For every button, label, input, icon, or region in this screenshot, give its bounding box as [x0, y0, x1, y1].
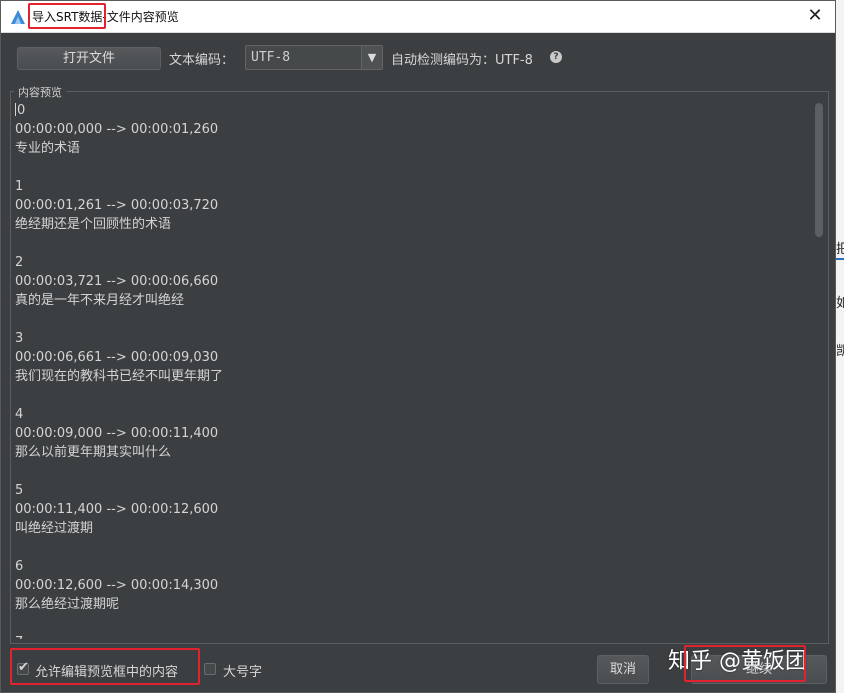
close-button[interactable]: ✕: [803, 4, 827, 28]
srt-import-dialog: 导入SRT数据-文件内容预览 ✕ 打开文件 文本编码： UTF-8 ▼ 自动检测…: [0, 0, 836, 693]
srt-index: 5: [15, 483, 24, 498]
annotation-highlight-box: [28, 3, 106, 29]
srt-index: 2: [15, 255, 24, 270]
srt-index: 0: [17, 103, 26, 118]
encoding-label: 文本编码：: [169, 53, 235, 68]
srt-index: 3: [15, 331, 24, 346]
srt-entry: 6 00:00:12,600 --> 00:00:14,300 那么绝经过渡期呢: [15, 557, 811, 633]
text-cursor: [15, 103, 16, 116]
cancel-button[interactable]: 取消: [597, 655, 649, 684]
srt-text: 我们现在的教科书已经不叫更年期了: [15, 369, 224, 384]
background-text-fragment: 把: [836, 242, 844, 257]
srt-entry: 0 00:00:00,000 --> 00:00:01,260 专业的术语: [15, 101, 811, 177]
srt-timecode: 00:00:03,721 --> 00:00:06,660: [15, 274, 219, 289]
large-font-label[interactable]: 大号字: [223, 661, 262, 680]
encoding-value: UTF-8: [251, 50, 291, 65]
auto-detect-label: 自动检测编码为：UTF-8: [391, 53, 533, 68]
srt-timecode: 00:00:11,400 --> 00:00:12,600: [15, 502, 219, 517]
srt-index: 4: [15, 407, 24, 422]
srt-text: 绝经期还是个回顾性的术语: [15, 217, 172, 232]
vertical-scrollbar[interactable]: [813, 99, 825, 639]
toolbar: 打开文件 文本编码： UTF-8 ▼ 自动检测编码为：UTF-8 ?: [1, 37, 835, 77]
srt-text: 那么以前更年期其实叫什么: [15, 445, 172, 460]
app-logo-icon: [11, 10, 25, 24]
srt-entry: 1 00:00:01,261 --> 00:00:03,720 绝经期还是个回顾…: [15, 177, 811, 253]
background-link-underline: [836, 258, 844, 260]
srt-index: 6: [15, 559, 24, 574]
srt-text: 真的是一年不来月经才叫绝经: [15, 293, 185, 308]
srt-timecode: 00:00:00,000 --> 00:00:01,260: [15, 122, 219, 137]
open-file-button[interactable]: 打开文件: [17, 47, 161, 70]
srt-timecode: 00:00:06,661 --> 00:00:09,030: [15, 350, 219, 365]
srt-text: 那么绝经过渡期呢: [15, 597, 120, 612]
srt-text: 专业的术语: [15, 141, 81, 156]
srt-timecode: 00:00:01,261 --> 00:00:03,720: [15, 198, 219, 213]
title-bar: 导入SRT数据-文件内容预览 ✕: [1, 1, 835, 33]
annotation-highlight-box: [10, 648, 200, 685]
background-text-fragment: 凯: [836, 344, 844, 359]
srt-index: 1: [15, 179, 24, 194]
annotation-highlight-box: [684, 645, 806, 682]
help-icon[interactable]: ?: [550, 51, 562, 63]
srt-entry: 4 00:00:09,000 --> 00:00:11,400 那么以前更年期其…: [15, 405, 811, 481]
srt-entry: 2 00:00:03,721 --> 00:00:06,660 真的是一年不来月…: [15, 253, 811, 329]
srt-entry: 7: [15, 633, 811, 639]
srt-entry: 5 00:00:11,400 --> 00:00:12,600 叫绝经过渡期: [15, 481, 811, 557]
preview-textarea[interactable]: 0 00:00:00,000 --> 00:00:01,260 专业的术语 1 …: [15, 101, 811, 639]
background-window: 把 如 凯: [836, 0, 844, 693]
srt-entry: 3 00:00:06,661 --> 00:00:09,030 我们现在的教科书…: [15, 329, 811, 405]
chevron-down-icon[interactable]: ▼: [361, 46, 382, 69]
srt-text: 叫绝经过渡期: [15, 521, 94, 536]
preview-group-title: 内容预览: [14, 84, 66, 100]
srt-timecode: 00:00:12,600 --> 00:00:14,300: [15, 578, 219, 593]
encoding-select[interactable]: UTF-8 ▼: [245, 45, 383, 70]
srt-index: 7: [15, 633, 811, 639]
srt-timecode: 00:00:09,000 --> 00:00:11,400: [15, 426, 219, 441]
background-text-fragment: 如: [836, 296, 844, 311]
scrollbar-thumb[interactable]: [815, 103, 823, 237]
large-font-checkbox[interactable]: [204, 663, 216, 675]
